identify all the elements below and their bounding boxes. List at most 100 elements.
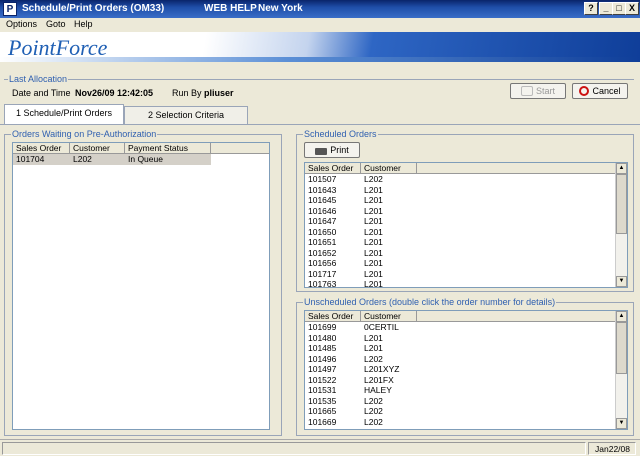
scheduled-orders-grid[interactable]: Sales Order Customer 101507 L202 101643 L20… [304,162,628,288]
table-cell: 101699 [308,322,337,332]
table-row[interactable]: 101507 L202 [305,174,605,185]
table-cell: 0CERTIL [364,322,399,332]
column-header[interactable]: Sales Order [305,311,361,322]
table-cell: L201 [364,268,383,279]
tab-selection-criteria[interactable]: 2 Selection Criteria [124,106,248,124]
waiting-grid-header: Sales Order Customer Payment Status [13,143,269,154]
table-cell: 101717 [308,268,337,279]
cancel-icon [579,86,590,96]
scroll-down-arrow-icon[interactable]: ▼ [616,276,627,287]
scroll-thumb[interactable] [616,174,627,234]
table-row[interactable]: 101650 L201 [305,227,605,238]
maximize-icon[interactable]: □ [612,2,626,15]
table-cell: 101645 [308,195,337,205]
table-cell: 101669 [308,416,337,427]
table-row[interactable]: 101485 L201 [305,343,605,354]
table-cell: L201 [364,247,383,258]
table-row[interactable]: 101699 0CERTIL [305,322,605,333]
table-cell: L201FX [364,374,394,385]
table-cell: 101652 [308,247,337,258]
table-row[interactable]: 101652 L201 [305,248,605,259]
start-button[interactable]: Start [510,83,566,99]
table-row[interactable]: 101651 L201 [305,237,605,248]
table-cell: 101643 [308,184,337,195]
scroll-thumb[interactable] [616,322,627,374]
column-header[interactable]: Sales Order [305,163,361,174]
table-row[interactable]: 101531 HALEY [305,385,605,396]
table-cell: L201 [364,237,383,247]
table-row[interactable]: 101669 L202 [305,417,605,428]
table-row[interactable]: 101645 L201 [305,195,605,206]
table-row[interactable]: 101646 L201 [305,206,605,217]
tab-schedule-print-orders[interactable]: 1 Schedule/Print Orders [4,104,124,125]
table-cell: L202 [364,353,383,364]
status-bar: Jan22/08 [0,439,640,456]
unscheduled-scrollbar[interactable]: ▲ ▼ [615,311,627,429]
menu-options[interactable]: Options [6,19,37,29]
printer-icon [315,148,328,155]
table-cell: 101665 [308,406,337,416]
table-row[interactable]: 101496 L202 [305,354,605,365]
table-cell: L201 [364,184,383,195]
table-cell: 101531 [308,385,337,395]
table-row[interactable]: 101665 L202 [305,406,605,417]
scheduled-scrollbar[interactable]: ▲ ▼ [615,163,627,287]
scroll-down-arrow-icon[interactable]: ▼ [616,418,627,429]
table-row[interactable]: 101647 L201 [305,216,605,227]
table-row[interactable]: 101717 L201 [305,269,605,280]
table-cell: L201 [364,205,383,216]
title-bar: P Schedule/Print Orders (OM33) WEB HELP … [0,0,640,18]
print-button[interactable]: Print [304,142,360,158]
table-cell: 101763 [308,279,337,288]
menu-goto[interactable]: Goto [46,19,66,29]
unscheduled-orders-grid[interactable]: Sales Order Customer 101699 0CERTIL 101480… [304,310,628,430]
table-cell: L202 [364,406,383,416]
region-label: New York [258,3,303,14]
unscheduled-grid-header: Sales Order Customer [305,311,617,322]
help-icon[interactable]: ? [584,2,598,15]
column-header[interactable]: Customer [361,163,417,174]
app-icon: P [3,2,17,16]
window-title: Schedule/Print Orders (OM33) [22,3,165,14]
table-cell: 101496 [308,353,337,364]
column-header[interactable]: Customer [361,311,417,322]
table-cell: HALEY [364,385,392,395]
table-row[interactable]: 101656 L201 [305,258,605,269]
table-cell: 101535 [308,395,337,406]
banner-swoosh [0,57,640,62]
cancel-button[interactable]: Cancel [572,83,628,99]
scroll-up-arrow-icon[interactable]: ▲ [616,163,627,174]
scroll-up-arrow-icon[interactable]: ▲ [616,311,627,322]
table-cell: L202 [364,174,383,184]
unscheduled-orders-legend: Unscheduled Orders (double click the ord… [303,297,557,307]
table-cell: L201 [364,279,383,288]
web-help-link[interactable]: WEB HELP [204,3,257,14]
table-row[interactable]: 101480 L201 [305,333,605,344]
table-row[interactable]: 101522 L201FX [305,375,605,386]
table-cell: 101480 [308,332,337,343]
column-header[interactable]: Sales Order [13,143,70,154]
table-cell: 101650 [308,226,337,237]
menu-help[interactable]: Help [74,19,93,29]
table-cell: L201 [364,195,383,205]
column-header[interactable]: Payment Status [125,143,211,154]
table-cell: L201 [364,332,383,343]
table-row[interactable]: 101704 L202 In Queue [13,154,211,165]
table-cell: 101651 [308,237,337,247]
table-row[interactable]: 101535 L202 [305,396,605,407]
table-cell: 101522 [308,374,337,385]
close-icon[interactable]: X [625,2,639,15]
table-cell: L202 [364,416,383,427]
column-header[interactable]: Customer [70,143,125,154]
date-time-label: Date and Time [12,88,71,98]
waiting-orders-grid[interactable]: Sales Order Customer Payment Status 1017… [12,142,270,430]
table-cell: 101656 [308,258,337,268]
run-by-value: pliuser [204,88,234,98]
status-date: Jan22/08 [595,444,630,454]
table-cell: L201 [364,258,383,268]
waiting-orders-legend: Orders Waiting on Pre-Authorization [11,129,158,139]
table-row[interactable]: 101763 L201 [305,279,605,288]
minimize-icon[interactable]: _ [599,2,613,15]
table-row[interactable]: 101643 L201 [305,185,605,196]
table-row[interactable]: 101497 L201XYZ [305,364,605,375]
